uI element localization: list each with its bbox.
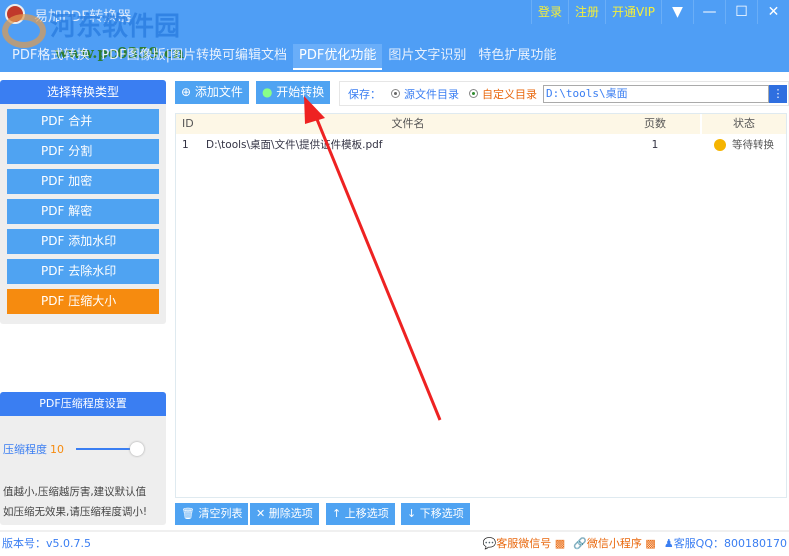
minimize-icon[interactable]: — xyxy=(693,0,725,24)
compress-note-1: 值越小,压缩越厉害,建议默认值 xyxy=(3,486,147,498)
delete-label: 删除选项 xyxy=(268,507,313,520)
play-circle-icon: ● xyxy=(262,85,277,99)
plus-circle-icon: ⊕ xyxy=(181,85,195,99)
title-bar: 易加PDF转换器 河东软件园 www.pc0359.cn 登录 注册 开通VIP… xyxy=(0,0,789,72)
radio-source-dir[interactable] xyxy=(391,89,400,98)
sidebar-item-encrypt[interactable]: PDF 加密 xyxy=(7,169,159,194)
qr-icon: ▩ xyxy=(554,537,566,550)
link-icon: 🔗 xyxy=(573,537,587,550)
compress-slider[interactable] xyxy=(76,442,144,456)
source-dir-label[interactable]: 源文件目录 xyxy=(404,86,459,102)
radio-custom-dir[interactable] xyxy=(469,89,478,98)
slider-knob[interactable] xyxy=(130,442,144,456)
save-label: 保存： xyxy=(348,87,381,101)
clear-label: 清空列表 xyxy=(198,507,243,520)
cell-pages: 1 xyxy=(651,139,659,151)
compress-header: PDF压缩程度设置 xyxy=(0,392,166,416)
compress-value: 10 xyxy=(50,442,64,456)
watermark: 河东软件园 xyxy=(50,12,181,42)
arrow-down-icon: ↓ xyxy=(407,507,420,520)
sidebar-item-remove-watermark[interactable]: PDF 去除水印 xyxy=(7,259,159,284)
table-row[interactable]: 1 D:\tools\桌面\文件\提供证件模板.pdf 1 等待转换 xyxy=(176,134,786,156)
start-convert-label: 开始转换 xyxy=(276,85,325,99)
col-pages: 页数 xyxy=(644,117,666,130)
output-path-input[interactable]: D:\tools\桌面 xyxy=(543,84,769,103)
status-text: 等待转换 xyxy=(732,139,774,151)
sidebar-item-compress[interactable]: PDF 压缩大小 xyxy=(7,289,159,314)
move-down-button[interactable]: ↓ 下移选项 xyxy=(401,503,470,525)
tab-format[interactable]: PDF格式转换 xyxy=(6,44,95,70)
close-icon[interactable]: ✕ xyxy=(757,0,789,24)
version: 版本号：v5.0.7.5 xyxy=(2,537,91,550)
miniprogram-link[interactable]: 🔗微信小程序 ▩ xyxy=(573,532,656,556)
col-status: 状态 xyxy=(700,114,786,134)
register-link[interactable]: 注册 xyxy=(567,0,605,24)
qq-label: 客服QQ：800180170 xyxy=(673,537,787,550)
compress-panel: PDF压缩程度设置 压缩程度 10 值越小,压缩越厉害,建议默认值 如压缩无效果… xyxy=(0,392,166,525)
file-table: ID 文件名 页数 状态 1 D:\tools\桌面\文件\提供证件模板.pdf… xyxy=(175,113,787,498)
login-link[interactable]: 登录 xyxy=(530,0,568,24)
col-id: ID xyxy=(182,117,194,130)
vip-link[interactable]: 开通VIP xyxy=(605,0,661,24)
save-options: 保存： 源文件目录 自定义目录 D:\tools\桌面 ⋮ xyxy=(339,81,789,106)
status-bar: 版本号：v5.0.7.5 💬客服微信号 ▩ 🔗微信小程序 ▩ ♟客服QQ：800… xyxy=(0,530,789,556)
x-icon: ✕ xyxy=(256,507,269,520)
custom-dir-label[interactable]: 自定义目录 xyxy=(482,86,537,102)
mini-label: 微信小程序 xyxy=(586,537,642,550)
wechat-label: 客服微信号 xyxy=(496,537,552,550)
delete-button[interactable]: ✕ 删除选项 xyxy=(250,503,319,525)
qq-icon: ♟ xyxy=(663,537,674,550)
tab-ocr[interactable]: 图片文字识别 xyxy=(382,44,472,70)
sidebar-header: 选择转换类型 xyxy=(0,80,166,104)
sidebar-item-split[interactable]: PDF 分割 xyxy=(7,139,159,164)
down-label: 下移选项 xyxy=(419,507,464,520)
wechat-icon: 💬 xyxy=(482,537,497,550)
menu-icon[interactable]: ▼ xyxy=(661,0,693,24)
cell-status: 等待转换 xyxy=(700,134,786,156)
start-convert-button[interactable]: ● 开始转换 xyxy=(256,81,331,104)
up-label: 上移选项 xyxy=(344,507,389,520)
tab-extend[interactable]: 特色扩展功能 xyxy=(472,44,562,70)
compress-note-2: 如压缩无效果,请压缩程度调小! xyxy=(3,506,148,518)
sidebar-item-decrypt[interactable]: PDF 解密 xyxy=(7,199,159,224)
sidebar: 选择转换类型 PDF 合并 PDF 分割 PDF 加密 PDF 解密 PDF 添… xyxy=(0,80,166,324)
col-filename: 文件名 xyxy=(391,117,425,130)
tab-image[interactable]: PDF图像版|图片转换可编辑文档 xyxy=(95,44,293,70)
maximize-icon[interactable]: ☐ xyxy=(725,0,757,24)
clear-list-button[interactable]: 🗑 清空列表 xyxy=(175,503,249,525)
qq-link[interactable]: ♟客服QQ：800180170 xyxy=(664,532,787,556)
sidebar-item-merge[interactable]: PDF 合并 xyxy=(7,109,159,134)
trash-icon: 🗑 xyxy=(181,507,199,520)
qr-icon: ▩ xyxy=(645,537,656,550)
clock-icon xyxy=(714,139,726,151)
cell-id: 1 xyxy=(182,139,189,151)
cell-filename: D:\tools\桌面\文件\提供证件模板.pdf xyxy=(206,139,383,151)
wechat-link[interactable]: 💬客服微信号 ▩ xyxy=(483,532,566,556)
browse-button[interactable]: ⋮ xyxy=(769,84,787,103)
arrow-up-icon: ↑ xyxy=(332,507,345,520)
compress-label: 压缩程度 xyxy=(3,443,47,456)
add-file-button[interactable]: ⊕ 添加文件 xyxy=(175,81,249,104)
sidebar-item-add-watermark[interactable]: PDF 添加水印 xyxy=(7,229,159,254)
add-file-label: 添加文件 xyxy=(194,85,243,99)
watermark-logo-icon xyxy=(2,14,46,48)
move-up-button[interactable]: ↑ 上移选项 xyxy=(326,503,395,525)
tab-optimize[interactable]: PDF优化功能 xyxy=(293,44,383,70)
